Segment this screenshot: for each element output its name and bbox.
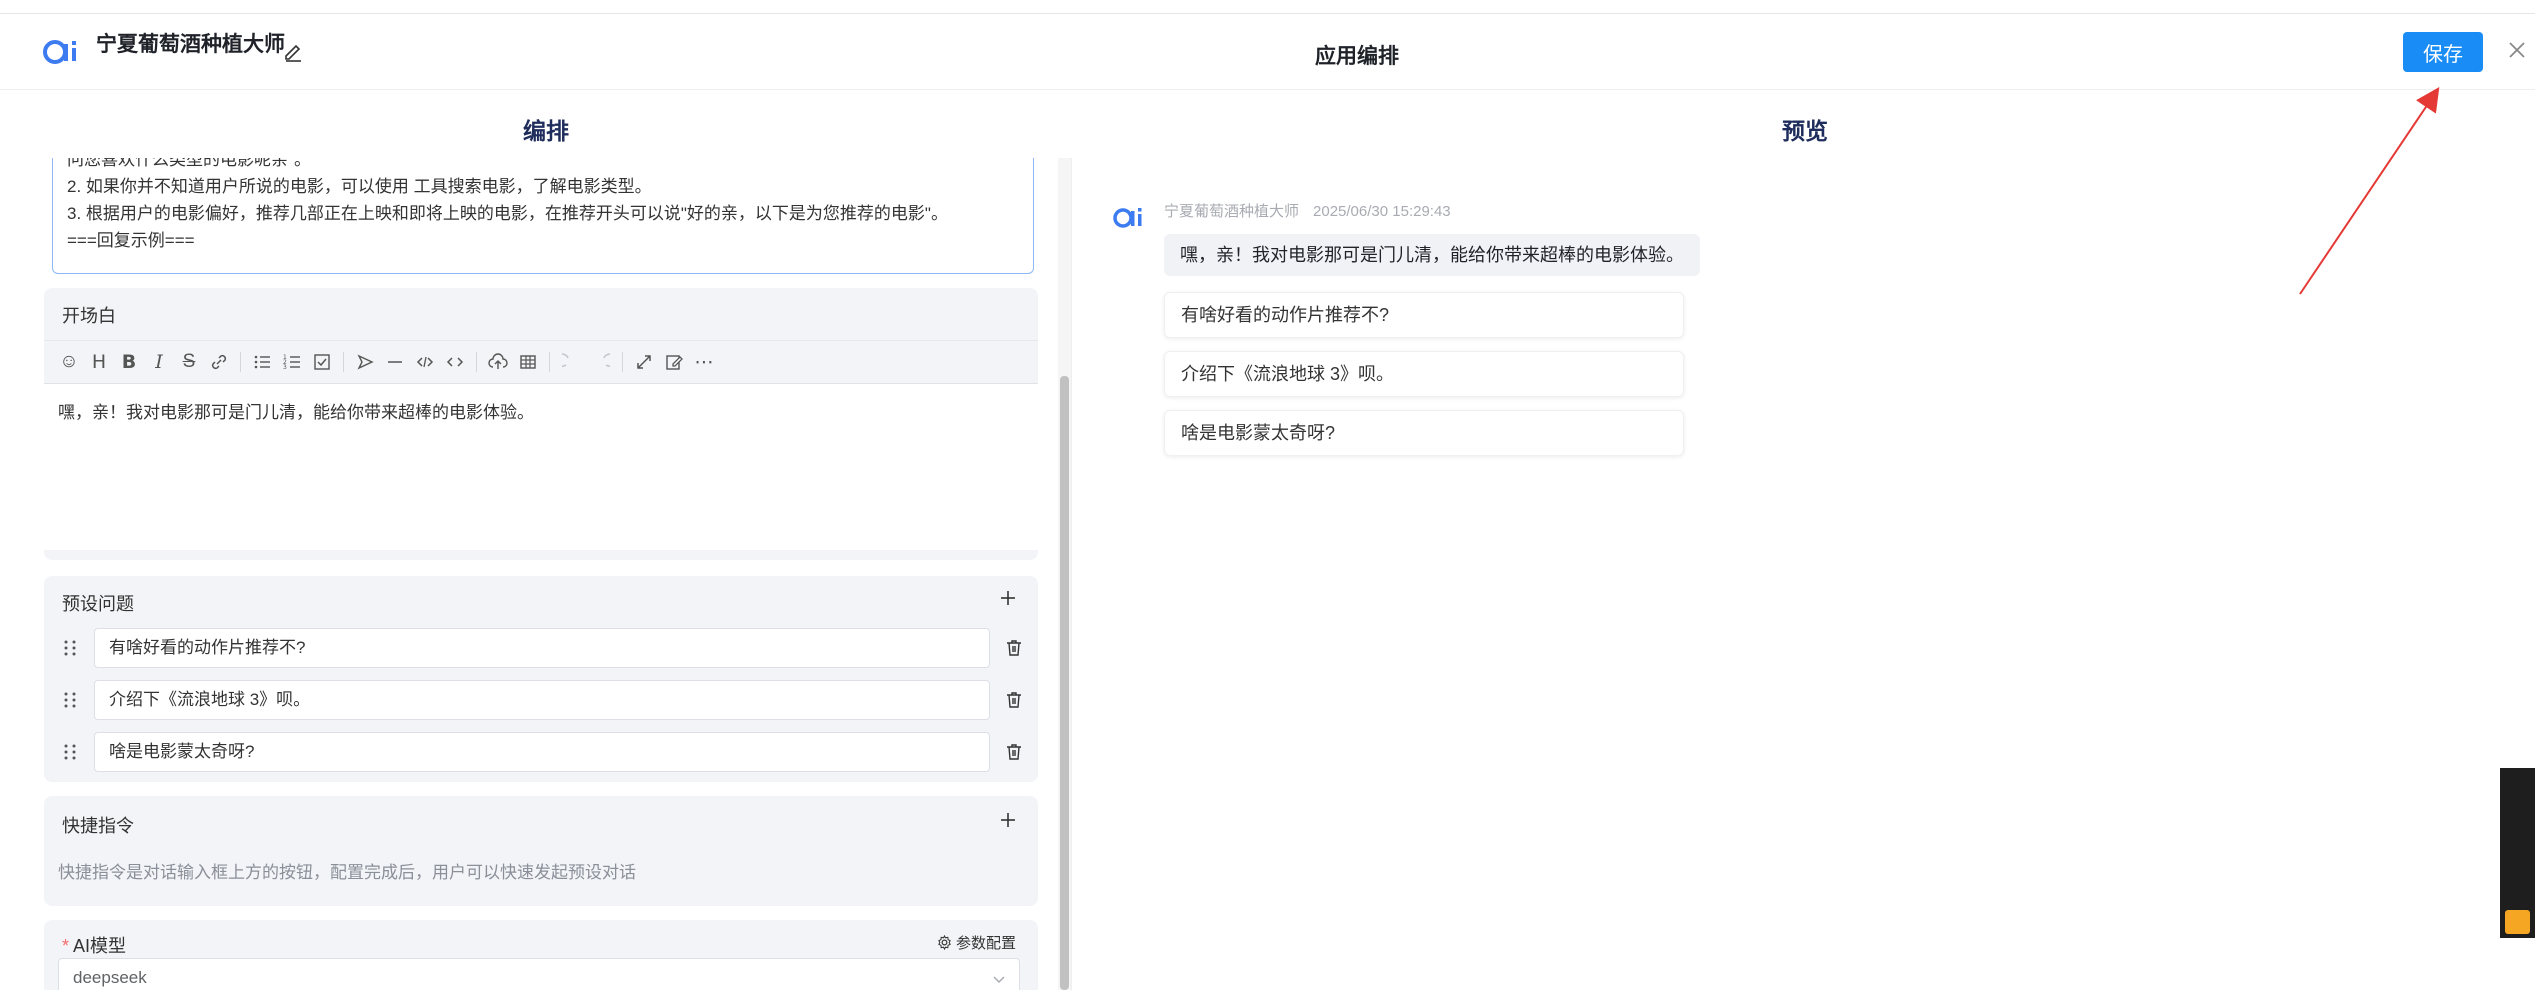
trash-icon[interactable] [1004, 638, 1024, 658]
code-icon[interactable] [410, 347, 440, 377]
drag-handle-icon[interactable] [60, 742, 80, 762]
preview-message-meta: 宁夏葡萄酒种植大师 2025/06/30 15:29:43 [1164, 200, 1451, 221]
gear-icon [938, 935, 951, 950]
svg-text:3: 3 [283, 364, 287, 371]
prompt-textarea[interactable]: 问您喜欢什么类型的电影呢亲"。 2. 如果你并不知道用户所说的电影，可以使用 工… [52, 158, 1034, 274]
ai-model-value: deepseek [73, 968, 147, 987]
panel-divider [1071, 158, 1072, 990]
param-config-label: 参数配置 [955, 935, 1016, 952]
preset-question-row: 啥是电影蒙太奇呀? [44, 732, 1038, 772]
ai-model-section: * AI模型 参数配置 deepseek [44, 920, 1038, 990]
quick-label: 快捷指令 [62, 816, 134, 836]
close-icon[interactable] [2503, 36, 2531, 64]
preset-label: 预设问题 [62, 594, 134, 614]
required-mark: * [62, 936, 70, 956]
ordered-list-icon[interactable]: 123 [277, 347, 307, 377]
quick-commands-section: 快捷指令 快捷指令是对话输入框上方的按钮，配置完成后，用户可以快速发起预设对话 [44, 796, 1038, 906]
add-quick-command-icon[interactable] [996, 808, 1020, 832]
checklist-icon[interactable] [307, 347, 337, 377]
toolbar-separator [622, 352, 623, 372]
strikethrough-icon[interactable]: S [174, 347, 204, 377]
assistant-avatar-icon [1113, 208, 1142, 228]
opening-section: 开场白 ☺ H B I S 123 ⋯ 嘿，亲！我对电影那可是门儿清，能给你带来… [44, 288, 1038, 560]
preset-question-input[interactable]: 啥是电影蒙太奇呀? [94, 732, 990, 772]
trash-icon[interactable] [1004, 690, 1024, 710]
toolbar-separator [343, 352, 344, 372]
emoji-icon[interactable]: ☺ [54, 347, 84, 377]
preview-greeting-bubble: 嘿，亲！我对电影那可是门儿清，能给你带来超棒的电影体验。 [1164, 234, 1700, 276]
bold-icon[interactable]: B [114, 347, 144, 377]
ai-model-label-text: AI模型 [73, 936, 127, 956]
quick-commands-description: 快捷指令是对话输入框上方的按钮，配置完成后，用户可以快速发起预设对话 [58, 863, 636, 882]
prompt-line: ===回复示例=== [67, 231, 195, 250]
app-name: 宁夏葡萄酒种植大师 [96, 33, 285, 56]
page-title: 应用编排 [1315, 45, 1399, 68]
opening-editor[interactable]: 嘿，亲！我对电影那可是门儿清，能给你带来超棒的电影体验。 [44, 384, 1038, 550]
table-icon[interactable] [513, 347, 543, 377]
add-preset-question-icon[interactable] [996, 586, 1020, 610]
preset-questions-section: 预设问题 有啥好看的动作片推荐不? 介绍下《流浪地球 3》呗。 啥是电影蒙太奇呀… [44, 576, 1038, 782]
edit-panel-scrollbar-thumb[interactable] [1060, 376, 1069, 990]
editor-toolbar: ☺ H B I S 123 ⋯ [44, 340, 1038, 384]
heading-icon[interactable]: H [84, 347, 114, 377]
app-logo-icon [43, 40, 76, 64]
redo-icon[interactable] [586, 347, 616, 377]
preview-sender: 宁夏葡萄酒种植大师 [1164, 203, 1300, 220]
preview-column-title: 预览 [1782, 118, 1828, 144]
more-icon[interactable]: ⋯ [689, 347, 719, 377]
drag-handle-icon[interactable] [60, 690, 80, 710]
drag-handle-icon[interactable] [60, 638, 80, 658]
prompt-line: 2. 如果你并不知道用户所说的电影，可以使用 工具搜索电影，了解电影类型。 [67, 177, 652, 196]
preview-timestamp: 2025/06/30 15:29:43 [1313, 203, 1451, 220]
toolbar-separator [549, 352, 550, 372]
edit-panel: 问您喜欢什么类型的电影呢亲"。 2. 如果你并不知道用户所说的电影，可以使用 工… [44, 158, 1038, 990]
ai-model-select[interactable]: deepseek [58, 958, 1020, 990]
chevron-down-icon [993, 976, 1005, 984]
opening-label: 开场白 [62, 306, 116, 326]
upload-icon[interactable] [483, 347, 513, 377]
preview-suggested-question[interactable]: 介绍下《流浪地球 3》呗。 [1164, 351, 1684, 397]
divider-icon[interactable] [380, 347, 410, 377]
toolbar-separator [240, 352, 241, 372]
preset-question-row: 有啥好看的动作片推荐不? [44, 628, 1038, 668]
param-config-button[interactable]: 参数配置 [937, 932, 1016, 953]
preview-suggested-question[interactable]: 啥是电影蒙太奇呀? [1164, 410, 1684, 456]
app-header: 宁夏葡萄酒种植大师 应用编排 保存 [0, 14, 2535, 90]
user-support-icon[interactable] [2505, 910, 2530, 934]
link-icon[interactable] [204, 347, 234, 377]
preset-question-input[interactable]: 介绍下《流浪地球 3》呗。 [94, 680, 990, 720]
bullet-list-icon[interactable] [247, 347, 277, 377]
edit-column-title: 编排 [523, 118, 569, 144]
italic-icon[interactable]: I [144, 347, 174, 377]
ai-model-label: * AI模型 [62, 932, 126, 958]
trash-icon[interactable] [1004, 742, 1024, 762]
fullscreen-icon[interactable] [629, 347, 659, 377]
inline-code-icon[interactable] [440, 347, 470, 377]
prompt-line: 3. 根据用户的电影偏好，推荐几部正在上映和即将上映的电影，在推荐开头可以说"好… [67, 204, 948, 223]
preview-suggested-question[interactable]: 有啥好看的动作片推荐不? [1164, 292, 1684, 338]
prompt-line: 问您喜欢什么类型的电影呢亲"。 [67, 158, 312, 169]
toolbar-separator [476, 352, 477, 372]
quote-icon[interactable] [350, 347, 380, 377]
undo-icon[interactable] [556, 347, 586, 377]
edit-pencil-icon[interactable] [282, 40, 304, 62]
save-button[interactable]: 保存 [2403, 32, 2483, 72]
edit-mode-icon[interactable] [659, 347, 689, 377]
side-floating-widget[interactable] [2500, 768, 2535, 938]
preset-question-row: 介绍下《流浪地球 3》呗。 [44, 680, 1038, 720]
browser-bookmark-strip [0, 0, 2535, 14]
preset-question-input[interactable]: 有啥好看的动作片推荐不? [94, 628, 990, 668]
